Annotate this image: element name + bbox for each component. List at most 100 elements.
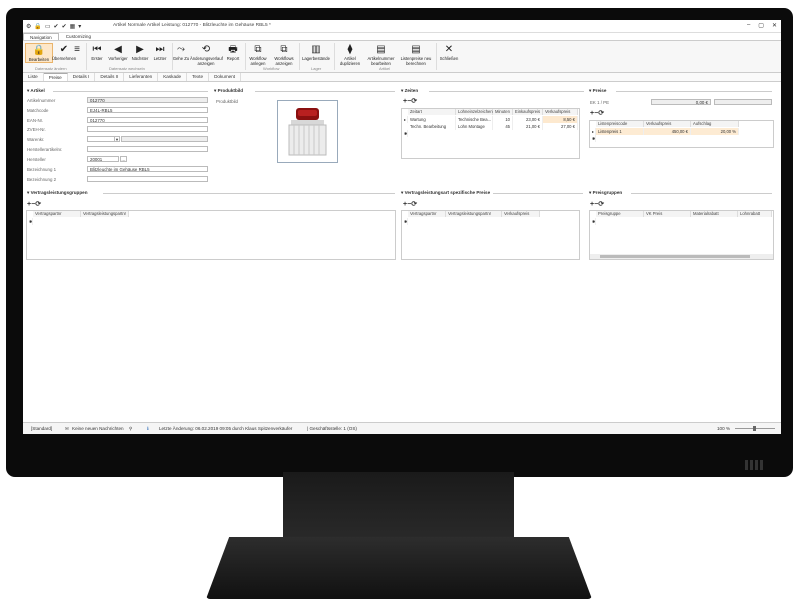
minimize-icon[interactable]: – <box>747 22 750 29</box>
field-matchcode[interactable]: EJ4L-RBL5 <box>87 107 208 113</box>
col-verkaufspreis[interactable]: Verkaufspreis <box>543 109 578 115</box>
workflows-show-button[interactable]: ⧉ Workflows anzeigen <box>271 43 297 66</box>
col-verkaufspreis[interactable]: Verkaufspreis <box>502 211 540 217</box>
col-zeitart[interactable]: Zeitart <box>408 109 456 115</box>
lock-icon[interactable]: 🔒 <box>34 23 41 30</box>
col-einkaufspreis[interactable]: Einkaufspreis <box>513 109 543 115</box>
col-materialrabatt[interactable]: Materialrabatt <box>691 211 738 217</box>
status-view[interactable]: [Standard] <box>31 426 52 431</box>
stock-button[interactable]: ▥ Lagerbestände <box>300 43 332 61</box>
report-button[interactable]: 🖶 Report <box>223 43 243 61</box>
field-herstellerartikelnr[interactable] <box>87 146 208 152</box>
workflow-create-button[interactable]: ⧉ Workflow anlegen <box>246 43 270 66</box>
zoom-slider-thumb[interactable] <box>753 426 756 431</box>
app-icon[interactable]: ⚙ <box>26 23 31 30</box>
vla-toolbar: +−⟳ <box>403 200 417 208</box>
field-pe[interactable] <box>714 99 772 105</box>
col-listenpreiscode[interactable]: Listenpreiscode <box>596 121 644 127</box>
history-icon: ⟲ <box>201 44 211 55</box>
stock-icon: ▥ <box>311 44 321 55</box>
group-label-record-switch: Datensatz wechseln <box>109 66 145 71</box>
mail-icon[interactable]: ✉ <box>65 426 69 432</box>
field-bezeichnung-2[interactable] <box>87 176 208 182</box>
col-vk-preis[interactable]: VK Preis <box>644 211 691 217</box>
field-bezeichnung-1[interactable]: Blitzleuchte im Gehäuse RBL5 <box>87 166 208 172</box>
col-verkaufspreis[interactable]: Verkaufspreis <box>644 121 691 127</box>
field-hersteller[interactable]: 20001 <box>87 156 119 162</box>
close-icon: ✕ <box>444 44 454 55</box>
tab-liste[interactable]: Liste <box>23 73 44 81</box>
save-icon[interactable]: ▭ <box>45 23 51 30</box>
preise-toolbar: +−⟳ <box>590 109 604 117</box>
product-image[interactable] <box>277 100 338 163</box>
tab-texte[interactable]: Texte <box>187 73 210 81</box>
zoom-slider[interactable] <box>735 426 775 431</box>
next-button[interactable]: ▶ Nächster <box>129 43 151 61</box>
history-button[interactable]: ⟲ Änderungsverlauf anzeigen <box>190 43 223 66</box>
checklist-icon[interactable]: ✔ <box>62 23 67 30</box>
search-icon[interactable]: ⚲ <box>129 426 132 432</box>
col-vertragsleistungspartnr[interactable]: Vertragsleistungspartnr <box>446 211 502 217</box>
tab-preise[interactable]: Preise <box>43 73 68 81</box>
tab-details-2[interactable]: Details II <box>95 73 125 81</box>
title-bar: ⚙ 🔒 ▭ ✔ ✔ ▦ ▾ Artikel Normale Artikel Le… <box>23 20 781 33</box>
col-lohnrabatt[interactable]: Lohnrabatt <box>738 211 772 217</box>
field-zveh[interactable] <box>87 126 208 132</box>
warenkreis-dropdown-icon[interactable]: ▾ <box>114 136 120 142</box>
dropdown-icon[interactable]: ▾ <box>78 23 81 30</box>
close-button[interactable]: ✕ Schließen <box>436 43 462 61</box>
refresh-icon[interactable]: ⟳ <box>411 98 417 105</box>
status-messages[interactable]: Keine neuen Nachrichten <box>72 426 124 431</box>
recalc-prices-button[interactable]: ▤ Listenpreise neu berechnen <box>398 43 434 66</box>
duplicate-button[interactable]: ⧫ Artikel duplizieren <box>335 43 365 66</box>
ribbon-tab-navigation[interactable]: Navigation <box>23 33 59 40</box>
field-ek[interactable]: 0,00 € <box>651 99 711 105</box>
scrollbar-thumb[interactable] <box>600 255 750 258</box>
section-zeiten: ▾ Zeiten <box>401 88 419 93</box>
field-artikelnummer[interactable]: 012770 <box>87 97 208 103</box>
new-row-icon[interactable]: ✱ <box>27 218 33 225</box>
new-row-icon[interactable]: ✱ <box>402 130 408 137</box>
edit-number-button[interactable]: ▤ Artikelnummer bearbeiten <box>365 43 397 66</box>
ribbon-tab-customizing[interactable]: Customizing <box>60 33 97 40</box>
app-screen: ⚙ 🔒 ▭ ✔ ✔ ▦ ▾ Artikel Normale Artikel Le… <box>23 20 781 434</box>
col-aufschlag[interactable]: Aufschlag <box>691 121 739 127</box>
hersteller-lookup-icon[interactable]: … <box>120 156 127 162</box>
field-warenkreis[interactable] <box>87 136 115 142</box>
goto-icon: ⤳ <box>177 44 185 55</box>
check-icon[interactable]: ✔ <box>54 23 59 30</box>
col-vertragsleistungspartnr[interactable]: Vertragsleistungspartnr <box>81 211 129 217</box>
tab-details-1[interactable]: Details I <box>68 73 96 81</box>
previous-button[interactable]: ◀ Vorheriger <box>107 43 129 61</box>
new-row-icon[interactable]: ✱ <box>590 218 596 225</box>
label-herstellerartikelnr: Herstellerartikelnr. <box>27 147 63 152</box>
tab-kaskade[interactable]: Kaskade <box>158 73 188 81</box>
apply-all-button[interactable]: ≡ <box>71 43 83 56</box>
col-minuten[interactable]: Minuten <box>493 109 513 115</box>
tab-dokument[interactable]: Dokument <box>209 73 242 81</box>
close-window-icon[interactable]: ✕ <box>772 22 777 29</box>
field-ean[interactable]: 012770 <box>87 117 208 123</box>
calendar-icon[interactable]: ▦ <box>70 23 76 30</box>
last-button[interactable]: ⏭ Letzter <box>150 43 170 61</box>
col-lohneinzelzeichen[interactable]: Lohneinzelzeichen <box>456 109 493 115</box>
horizontal-scrollbar[interactable] <box>590 254 773 259</box>
first-button[interactable]: ⏮ Erster <box>87 43 107 61</box>
refresh-icon[interactable]: ⟳ <box>35 201 41 208</box>
new-row-icon[interactable]: ✱ <box>590 135 596 142</box>
maximize-icon[interactable]: ▢ <box>758 22 764 29</box>
edit-number-icon: ▤ <box>376 44 386 55</box>
section-preisgruppen: ▾ Preisgruppen <box>589 190 623 195</box>
col-vertragspartnr[interactable]: Vertragspartnr <box>408 211 446 217</box>
col-vertragspartnr[interactable]: Vertragspartnr <box>33 211 81 217</box>
col-preisgruppe[interactable]: Preisgruppe <box>596 211 644 217</box>
edit-button[interactable]: 🔒 Bearbeiten <box>25 43 53 63</box>
refresh-icon[interactable]: ⟳ <box>411 201 417 208</box>
first-icon: ⏮ <box>92 44 102 55</box>
window-title: Artikel Normale Artikel Leistung: 012770… <box>113 23 271 28</box>
refresh-icon[interactable]: ⟳ <box>598 201 604 208</box>
new-row-icon[interactable]: ✱ <box>402 218 408 225</box>
goto-button[interactable]: ⤳ Gehe Zu <box>172 43 190 61</box>
tab-lieferanten[interactable]: Lieferanten <box>124 73 159 81</box>
refresh-icon[interactable]: ⟳ <box>598 110 604 117</box>
